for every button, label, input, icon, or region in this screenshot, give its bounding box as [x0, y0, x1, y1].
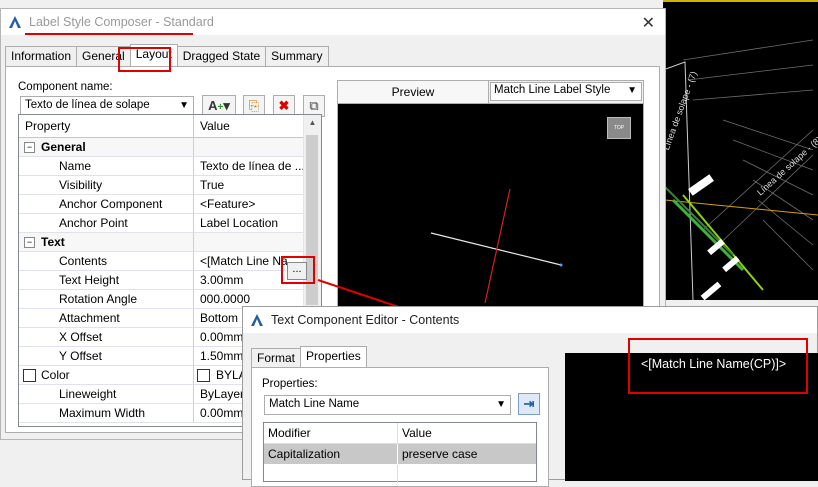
insert-property-button[interactable]: ⇥	[518, 393, 540, 415]
tab-properties[interactable]: Properties	[300, 346, 367, 369]
editor-title: Text Component Editor - Contents	[271, 313, 460, 327]
table-row[interactable]: Capitalization preserve case	[264, 444, 536, 464]
insert-arrow-icon: ⇥	[523, 396, 535, 411]
editor-title-bar: Text Component Editor - Contents	[243, 307, 817, 333]
preview-text-annotation	[628, 338, 808, 394]
properties-value: Match Line Name	[269, 398, 360, 410]
table-row-empty	[264, 465, 536, 485]
tab-format[interactable]: Format	[251, 348, 302, 369]
modifier-grid: Modifier Value Capitalization preserve c…	[263, 422, 537, 485]
modifier-grid-header: Modifier Value	[264, 423, 536, 444]
properties-label: Properties:	[262, 378, 318, 390]
editor-tab-strip: Format Properties	[251, 345, 367, 369]
column-header-value[interactable]: Value	[398, 423, 536, 443]
modifier-name: Capitalization	[264, 444, 398, 464]
column-header-modifier[interactable]: Modifier	[264, 423, 398, 443]
properties-select[interactable]: Match Line Name ▼	[264, 395, 511, 415]
autocad-logo-icon	[249, 312, 265, 328]
chevron-down-icon: ▼	[496, 399, 506, 410]
modifier-value: preserve case	[402, 447, 478, 461]
text-component-editor-dialog: Text Component Editor - Contents Format …	[242, 306, 818, 487]
